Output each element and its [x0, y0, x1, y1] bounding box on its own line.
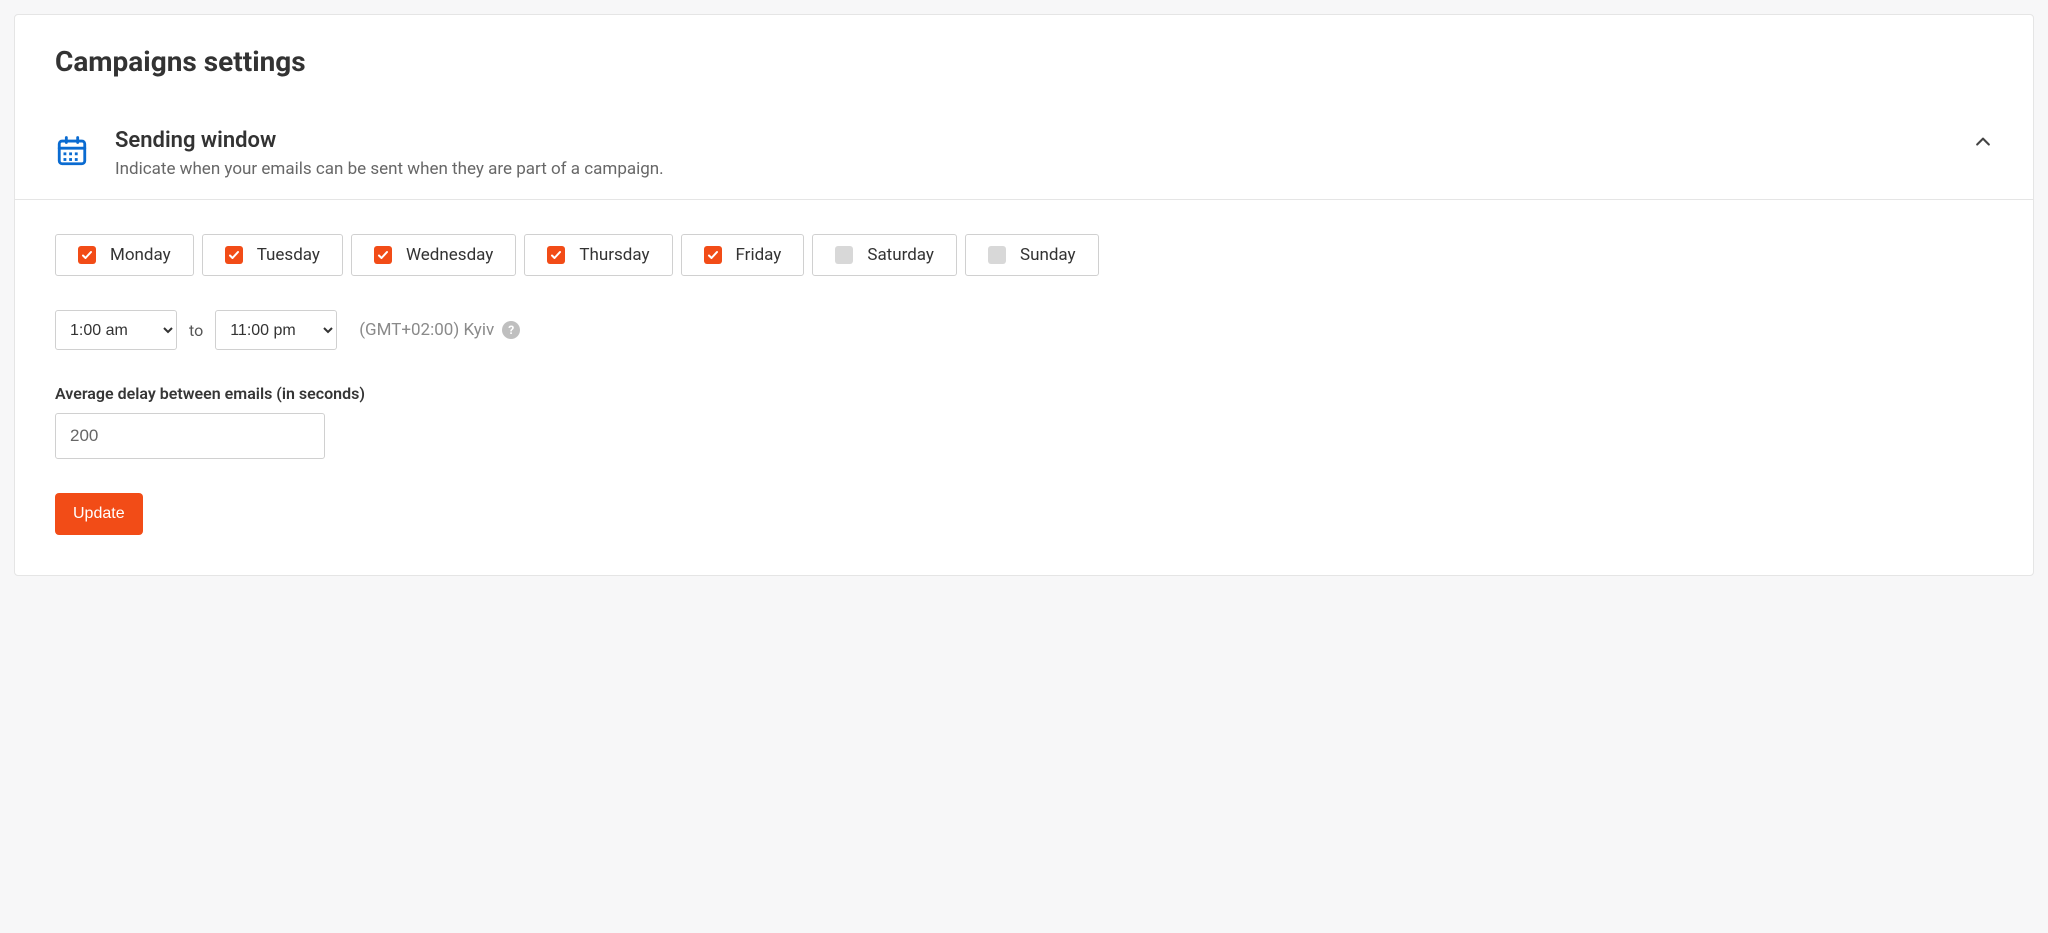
day-label: Friday	[736, 245, 782, 265]
day-label: Tuesday	[257, 245, 320, 265]
chevron-up-icon[interactable]	[1973, 132, 1993, 156]
day-label: Saturday	[867, 245, 934, 265]
day-label: Wednesday	[406, 245, 493, 265]
day-chip-saturday[interactable]: Saturday	[812, 234, 957, 276]
section-body: Monday Tuesday Wednesday Thursday Friday Satu…	[15, 200, 2033, 575]
day-chip-monday[interactable]: Monday	[55, 234, 194, 276]
time-row: 1:00 am to 11:00 pm (GMT+02:00) Kyiv ?	[55, 310, 1993, 350]
sending-window-header[interactable]: Sending window Indicate when your emails…	[15, 108, 2033, 200]
day-chip-wednesday[interactable]: Wednesday	[351, 234, 516, 276]
checkbox-icon	[988, 246, 1006, 264]
delay-label: Average delay between emails (in seconds…	[55, 384, 1993, 403]
section-titles: Sending window Indicate when your emails…	[115, 128, 1953, 179]
help-icon[interactable]: ?	[502, 321, 520, 339]
settings-card: Campaigns settings Sending window Indica…	[14, 14, 2034, 576]
day-label: Monday	[110, 245, 171, 265]
checkbox-icon	[225, 246, 243, 264]
section-subtitle: Indicate when your emails can be sent wh…	[115, 159, 1953, 179]
days-row: Monday Tuesday Wednesday Thursday Friday Satu…	[55, 234, 1993, 276]
delay-group: Average delay between emails (in seconds…	[55, 384, 1993, 459]
day-chip-friday[interactable]: Friday	[681, 234, 805, 276]
day-label: Sunday	[1020, 245, 1076, 265]
time-from-select[interactable]: 1:00 am	[55, 310, 177, 350]
page-title: Campaigns settings	[55, 45, 1993, 78]
day-label: Thursday	[579, 245, 649, 265]
time-to-select[interactable]: 11:00 pm	[215, 310, 337, 350]
checkbox-icon	[374, 246, 392, 264]
card-header: Campaigns settings	[15, 15, 2033, 108]
calendar-icon	[55, 134, 89, 172]
to-label: to	[189, 321, 203, 340]
checkbox-icon	[835, 246, 853, 264]
day-chip-sunday[interactable]: Sunday	[965, 234, 1099, 276]
update-button[interactable]: Update	[55, 493, 143, 535]
checkbox-icon	[704, 246, 722, 264]
delay-input[interactable]	[55, 413, 325, 459]
checkbox-icon	[78, 246, 96, 264]
section-title: Sending window	[115, 128, 1953, 153]
timezone-text: (GMT+02:00) Kyiv	[359, 320, 494, 340]
day-chip-thursday[interactable]: Thursday	[524, 234, 672, 276]
timezone-label: (GMT+02:00) Kyiv ?	[359, 320, 520, 340]
checkbox-icon	[547, 246, 565, 264]
day-chip-tuesday[interactable]: Tuesday	[202, 234, 343, 276]
